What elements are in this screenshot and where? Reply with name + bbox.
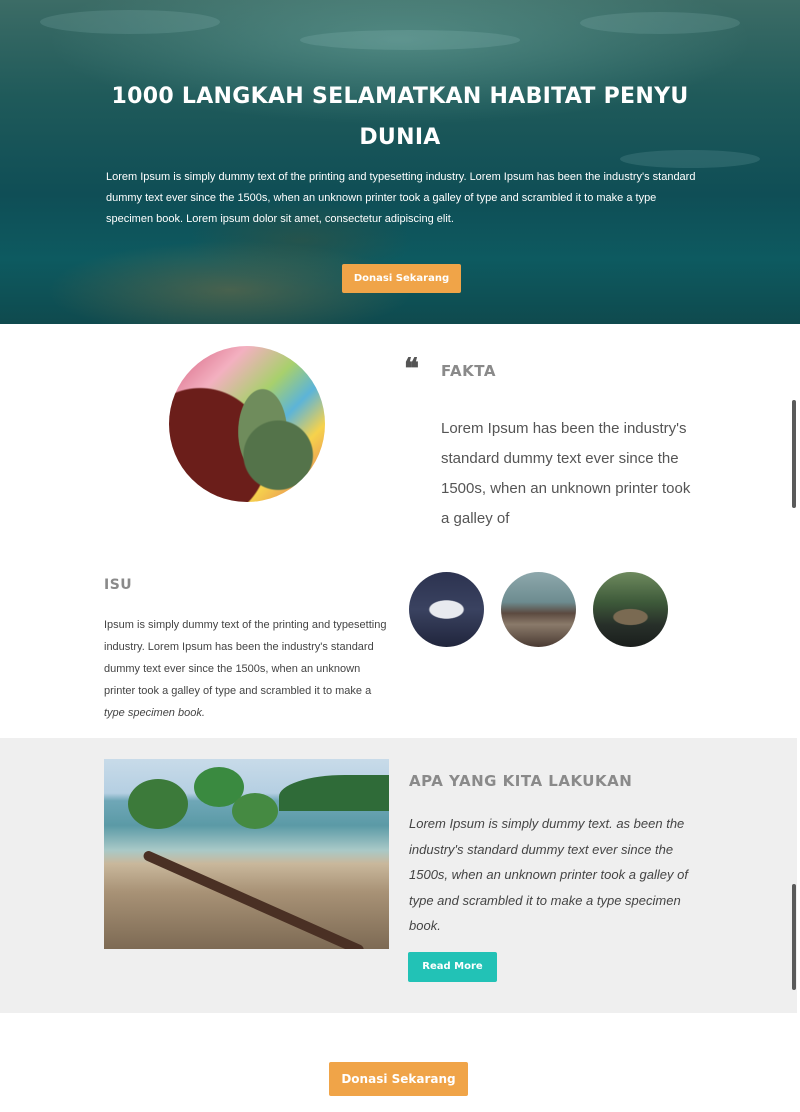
hero-description: Lorem Ipsum is simply dummy text of the … [106,171,696,225]
tree-trunk-shape [141,849,366,949]
lakukan-heading: APA YANG KITA LAKUKAN [409,772,633,790]
island-shape [279,775,389,811]
fakta-heading: FAKTA [441,362,496,380]
hero-section: 1000 LANGKAH SELAMATKAN HABITAT PENYU DU… [0,0,800,324]
tree-leaves-shape [232,793,278,829]
fakta-text: Lorem Ipsum has been the industry's stan… [441,420,691,527]
hero-title: 1000 LANGKAH SELAMATKAN HABITAT PENYU DU… [111,84,689,150]
trash-photo [409,572,484,647]
tree-leaves-shape [128,779,188,829]
read-more-button[interactable]: Read More [408,952,497,982]
scrollbar-thumb[interactable] [792,400,796,508]
footer-donate-button[interactable]: Donasi Sekarang [329,1062,468,1096]
lakukan-text: Lorem Ipsum is simply dummy text. as bee… [409,816,688,933]
isu-text-body: Ipsum is simply dummy text of the printi… [104,619,387,697]
isu-heading: ISU [104,577,133,593]
donate-now-button[interactable]: Donasi Sekarang [342,264,461,293]
isu-text: Ipsum is simply dummy text of the printi… [104,614,394,724]
turtle-photo [169,346,325,502]
isu-text-italic: type specimen book. [104,707,205,719]
beach-photo [104,759,389,949]
boat-photo [593,572,668,647]
flood-photo [501,572,576,647]
scrollbar-thumb[interactable] [792,884,796,990]
water-ripple [40,10,220,34]
water-ripple [580,12,740,34]
water-ripple [300,30,520,50]
quote-icon: ❝ [404,352,420,385]
